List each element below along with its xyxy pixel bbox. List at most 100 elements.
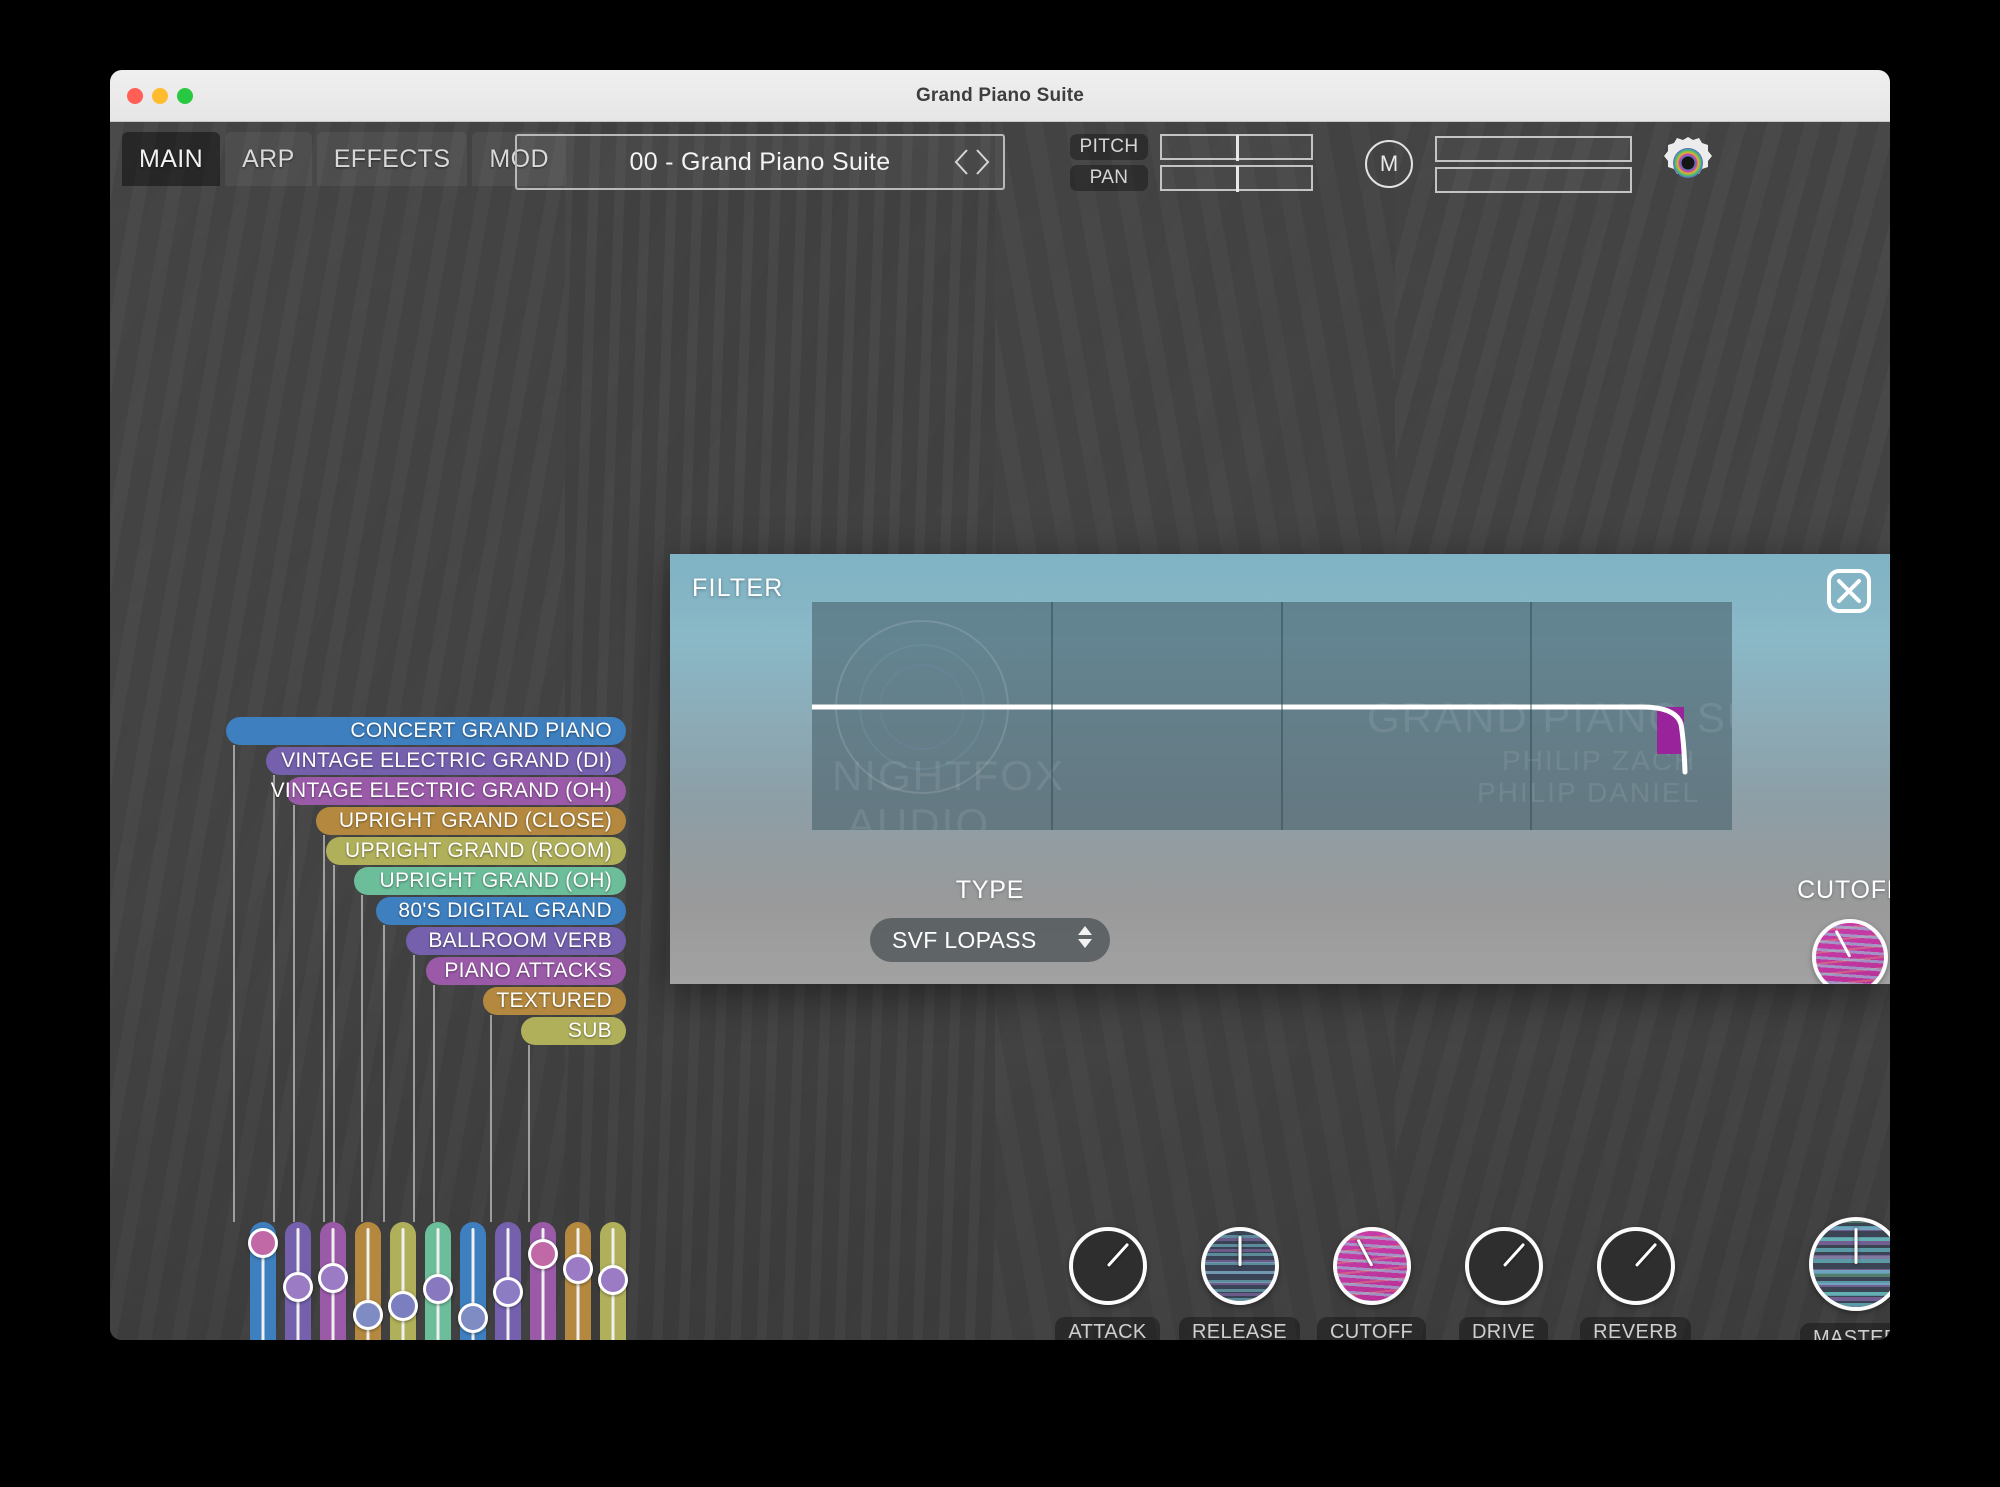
knob-release[interactable] — [1201, 1227, 1279, 1305]
knob-reverb[interactable] — [1597, 1227, 1675, 1305]
slider-thumb[interactable] — [458, 1303, 488, 1333]
master-knob-label: MASTER — [1800, 1323, 1890, 1340]
layer-volume-slider[interactable] — [390, 1222, 416, 1340]
knob-cutoff[interactable] — [1333, 1227, 1411, 1305]
layer-pill[interactable]: 80'S DIGITAL GRAND — [376, 897, 626, 925]
filter-type-select[interactable]: SVF LOPASS — [870, 918, 1110, 962]
tab-main[interactable]: MAIN — [122, 132, 220, 186]
slider-thumb[interactable] — [353, 1300, 383, 1330]
knob-pointer — [1502, 1243, 1524, 1267]
slider-thumb[interactable] — [318, 1263, 348, 1293]
traffic-lights — [127, 88, 193, 104]
layer-label: CONCERT GRAND PIANO — [350, 719, 612, 743]
close-window-button[interactable] — [127, 88, 143, 104]
graph-gridline — [1051, 602, 1053, 830]
maximize-window-button[interactable] — [177, 88, 193, 104]
layer-volume-slider[interactable] — [460, 1222, 486, 1340]
filter-cutoff-knob[interactable] — [1812, 919, 1888, 984]
knob-pointer — [1356, 1239, 1373, 1267]
knob-drive[interactable] — [1465, 1227, 1543, 1305]
pitch-label: PITCH — [1070, 134, 1148, 160]
layer-pill[interactable]: TEXTURED — [483, 987, 626, 1015]
slider-thumb[interactable] — [248, 1228, 278, 1258]
knob-label: ATTACK — [1055, 1317, 1159, 1340]
tab-bar: MAINARPEFFECTSMOD — [122, 132, 571, 186]
layer-volume-slider[interactable] — [495, 1222, 521, 1340]
knob-pointer — [1238, 1236, 1241, 1266]
filter-type-value: SVF LOPASS — [892, 927, 1036, 954]
layer-pill[interactable]: UPRIGHT GRAND (OH) — [354, 867, 626, 895]
layer-label: UPRIGHT GRAND (ROOM) — [345, 839, 612, 863]
close-icon[interactable] — [1826, 568, 1872, 614]
tab-effects[interactable]: EFFECTS — [317, 132, 468, 186]
layer-volume-slider[interactable] — [425, 1222, 451, 1340]
level-meter-right — [1435, 167, 1632, 193]
layer-pill[interactable]: PIANO ATTACKS — [426, 957, 626, 985]
slider-thumb[interactable] — [598, 1265, 628, 1295]
layer-pill[interactable]: SUB — [521, 1017, 626, 1045]
layer-row: 80'S DIGITAL GRAND — [110, 897, 650, 927]
tab-arp[interactable]: ARP — [225, 132, 312, 186]
pan-slider-handle[interactable] — [1236, 166, 1239, 192]
layer-pill[interactable]: VINTAGE ELECTRIC GRAND (DI) — [266, 747, 626, 775]
filter-panel: FILTER NIGHTFOX AUDIO GRAND PIANO SUITE … — [670, 554, 1890, 984]
midi-learn-button[interactable]: M — [1365, 140, 1413, 188]
layer-pill[interactable]: UPRIGHT GRAND (CLOSE) — [316, 807, 626, 835]
layer-label: VINTAGE ELECTRIC GRAND (DI) — [281, 749, 612, 773]
minimize-window-button[interactable] — [152, 88, 168, 104]
layer-pill[interactable]: CONCERT GRAND PIANO — [226, 717, 626, 745]
slider-thumb[interactable] — [388, 1291, 418, 1321]
filter-cutoff-pointer — [1835, 930, 1852, 958]
pitch-pan-group: PITCH PAN — [1070, 134, 1313, 196]
midi-learn-label: M — [1380, 151, 1398, 177]
layer-pill[interactable]: VINTAGE ELECTRIC GRAND (OH) — [286, 777, 626, 805]
tab-label: EFFECTS — [334, 145, 451, 174]
layer-volume-slider[interactable] — [285, 1222, 311, 1340]
pitch-slider-handle[interactable] — [1236, 135, 1239, 161]
layer-volume-slider[interactable] — [565, 1222, 591, 1340]
layer-label: SUB — [568, 1019, 612, 1043]
pitch-row: PITCH — [1070, 134, 1313, 160]
tab-label: MAIN — [139, 145, 203, 174]
layer-volume-sliders — [250, 1222, 626, 1340]
gear-icon[interactable] — [1660, 135, 1716, 191]
layer-volume-slider[interactable] — [600, 1222, 626, 1340]
macro-knob-cell: RELEASE — [1187, 1227, 1292, 1340]
slider-thumb[interactable] — [528, 1239, 558, 1269]
layer-list: CONCERT GRAND PIANO VINTAGE ELECTRIC GRAN… — [110, 717, 650, 1047]
layer-pill[interactable]: UPRIGHT GRAND (ROOM) — [326, 837, 626, 865]
layer-pill[interactable]: BALLROOM VERB — [406, 927, 626, 955]
master-knob[interactable] — [1809, 1217, 1890, 1311]
chevron-left-icon[interactable] — [953, 147, 971, 177]
layer-row: UPRIGHT GRAND (CLOSE) — [110, 807, 650, 837]
filter-response-graph[interactable]: NIGHTFOX AUDIO GRAND PIANO SUITE PHILIP … — [812, 602, 1732, 830]
filter-cutoff-group: CUTOFF — [1750, 876, 1890, 984]
macro-knob-cell: ATTACK — [1055, 1227, 1160, 1340]
macro-knob-row: ATTACKRELEASECUTOFFDRIVEREVERB — [1055, 1227, 1688, 1340]
preset-selector[interactable]: 00 - Grand Piano Suite — [515, 134, 1005, 190]
master-knob-fill — [1813, 1221, 1890, 1307]
knob-attack[interactable] — [1069, 1227, 1147, 1305]
chevron-right-icon[interactable] — [973, 147, 991, 177]
layer-volume-slider[interactable] — [355, 1222, 381, 1340]
top-toolbar: MAINARPEFFECTSMOD 00 - Grand Piano Suite… — [110, 122, 1890, 194]
layer-volume-slider[interactable] — [320, 1222, 346, 1340]
filter-type-label: TYPE — [870, 876, 1110, 905]
filter-type-group: TYPE SVF LOPASS — [870, 876, 1110, 962]
layer-label: UPRIGHT GRAND (CLOSE) — [339, 809, 612, 833]
slider-thumb[interactable] — [423, 1274, 453, 1304]
pitch-slider[interactable] — [1160, 134, 1313, 160]
slider-track — [402, 1228, 405, 1340]
tab-label: ARP — [242, 145, 295, 174]
layer-row: PIANO ATTACKS — [110, 957, 650, 987]
layer-volume-slider[interactable] — [250, 1222, 276, 1340]
layer-row: CONCERT GRAND PIANO — [110, 717, 650, 747]
slider-thumb[interactable] — [493, 1277, 523, 1307]
slider-thumb[interactable] — [283, 1272, 313, 1302]
knob-pointer — [1106, 1243, 1128, 1267]
pan-slider[interactable] — [1160, 165, 1313, 191]
master-knob-group: MASTER — [1800, 1217, 1890, 1340]
up-down-arrows-icon[interactable] — [1076, 922, 1094, 958]
slider-thumb[interactable] — [563, 1254, 593, 1284]
layer-volume-slider[interactable] — [530, 1222, 556, 1340]
